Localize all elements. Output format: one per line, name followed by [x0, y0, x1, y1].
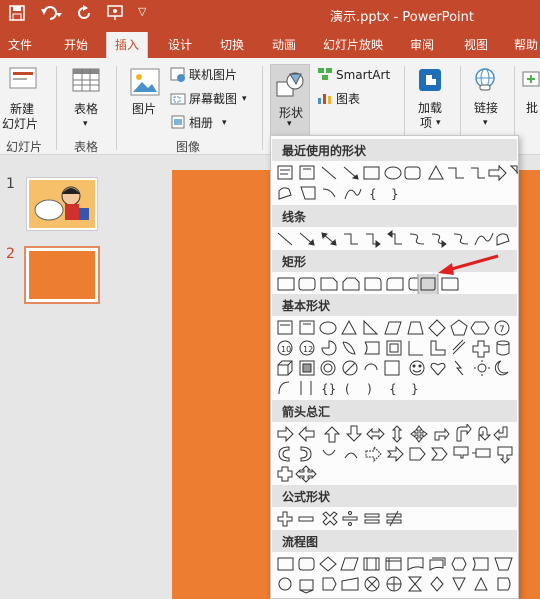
tab-design[interactable]: 设计: [168, 36, 192, 53]
addins-label-1[interactable]: 加载: [418, 101, 442, 115]
tab-view[interactable]: 视图: [464, 36, 488, 53]
new-slide-label-2[interactable]: 幻灯片: [2, 117, 38, 131]
block-arrows-row-2[interactable]: [275, 444, 518, 464]
svg-text:7: 7: [499, 325, 505, 335]
basic-shapes-row-1[interactable]: 7: [275, 318, 518, 338]
basic-shapes-row-4[interactable]: {} ( ) { }: [275, 378, 518, 398]
chart-icon[interactable]: [317, 91, 333, 108]
svg-text:(: (: [345, 382, 350, 396]
tab-file[interactable]: 文件: [8, 36, 32, 53]
slide-thumbnail-2[interactable]: [24, 246, 100, 304]
basic-shapes-row-2[interactable]: 10 12: [275, 338, 518, 358]
table-button-label[interactable]: 表格: [74, 102, 98, 116]
chart-label[interactable]: 图表: [336, 92, 360, 106]
screenshot-label[interactable]: 屏幕截图: [189, 92, 237, 106]
svg-text:{: {: [369, 187, 377, 201]
svg-text:12: 12: [303, 345, 313, 354]
basic-shapes-row-3[interactable]: [275, 358, 518, 378]
block-arrows-row-1[interactable]: [275, 424, 518, 444]
screenshot-icon[interactable]: [170, 91, 186, 110]
recent-shapes-row-2[interactable]: { }: [275, 183, 518, 203]
shapes-button[interactable]: 形状 ▾: [270, 64, 310, 136]
link-icon[interactable]: [472, 68, 498, 95]
annotation-arrow-icon: [438, 254, 499, 275]
tab-animations[interactable]: 动画: [272, 36, 296, 53]
slide-number-1: 1: [6, 176, 15, 192]
redo-icon[interactable]: [77, 5, 93, 25]
rectangles-row[interactable]: [275, 274, 518, 294]
ribbon-tabs: 文件 开始 插入 设计 切换 动画 幻灯片放映 审阅 视图 帮助: [0, 28, 540, 58]
link-dropdown-icon[interactable]: ▾: [483, 116, 488, 130]
tab-review[interactable]: 审阅: [410, 36, 434, 53]
equation-shapes-row[interactable]: [275, 509, 518, 529]
svg-text:{}: {}: [321, 382, 336, 396]
smartart-icon[interactable]: [317, 67, 333, 84]
customize-qat-icon[interactable]: ▽: [138, 5, 146, 18]
picture-button-label[interactable]: 图片: [132, 102, 156, 116]
tab-home[interactable]: 开始: [64, 36, 88, 53]
section-recent-shapes: 最近使用的形状: [272, 139, 517, 161]
group-label-images: 图像: [176, 140, 201, 154]
svg-text:10: 10: [281, 345, 291, 354]
album-dropdown-icon[interactable]: ▾: [222, 116, 227, 130]
album-label[interactable]: 相册: [189, 116, 213, 130]
title-bar: ▽ 演示.pptx - PowerPoint: [0, 0, 540, 28]
online-picture-icon[interactable]: [170, 67, 186, 86]
shapes-icon: [276, 71, 306, 102]
section-equation-shapes: 公式形状: [272, 485, 517, 507]
save-icon[interactable]: [9, 5, 25, 25]
slide-2-preview: [29, 251, 95, 299]
table-dropdown-icon[interactable]: ▾: [83, 117, 88, 131]
link-label[interactable]: 链接: [474, 101, 498, 115]
slide-1-cartoon-image: [29, 180, 95, 228]
flowchart-row-1[interactable]: [275, 554, 518, 574]
slide-thumbnail-panel: 1 2: [0, 155, 118, 599]
new-slide-icon[interactable]: [8, 66, 38, 95]
ribbon-separator: [56, 66, 57, 150]
picture-icon[interactable]: [130, 68, 160, 99]
section-lines: 线条: [272, 205, 517, 227]
shapes-gallery-dropdown: 最近使用的形状 { } 线条 矩形 基本形状 7 10 12 {} () {…: [270, 135, 519, 599]
ribbon-separator: [116, 66, 117, 150]
album-icon[interactable]: [170, 114, 186, 133]
table-icon[interactable]: [72, 68, 100, 97]
addins-icon[interactable]: [418, 68, 442, 95]
svg-text:}: }: [391, 187, 399, 201]
slide-number-2: 2: [6, 246, 15, 262]
group-label-slides: 幻灯片: [6, 140, 43, 154]
ribbon-separator: [262, 66, 263, 150]
section-block-arrows: 箭头总汇: [272, 400, 517, 422]
tab-slideshow[interactable]: 幻灯片放映: [323, 36, 383, 53]
group-label-tables: 表格: [74, 140, 99, 154]
lines-row[interactable]: [275, 229, 518, 249]
smartart-label[interactable]: SmartArt: [336, 68, 390, 82]
section-basic-shapes: 基本形状: [272, 294, 517, 316]
comment-icon[interactable]: [522, 70, 540, 97]
screenshot-dropdown-icon[interactable]: ▾: [242, 92, 247, 106]
tab-insert[interactable]: 插入: [106, 32, 149, 58]
document-title: 演示.pptx - PowerPoint: [330, 10, 474, 25]
undo-icon[interactable]: [40, 5, 62, 25]
addins-dropdown-icon[interactable]: ▾: [436, 116, 441, 130]
tab-help[interactable]: 帮助: [514, 36, 538, 53]
flowchart-row-2[interactable]: [275, 574, 518, 594]
tab-transitions[interactable]: 切换: [220, 36, 244, 53]
shapes-dropdown-icon: ▾: [287, 119, 292, 129]
block-arrows-row-3[interactable]: [275, 464, 518, 484]
online-picture-label[interactable]: 联机图片: [189, 68, 237, 82]
next-group-label-partial[interactable]: 批: [526, 101, 538, 115]
svg-text:): ): [367, 382, 372, 396]
svg-text:{: {: [389, 382, 397, 396]
svg-text:}: }: [411, 382, 419, 396]
new-slide-label-1[interactable]: 新建: [10, 102, 34, 116]
slide-thumbnail-1[interactable]: [26, 177, 98, 231]
recent-shapes-row-1[interactable]: [275, 163, 518, 183]
section-flowchart: 流程图: [272, 530, 517, 552]
slideshow-from-start-icon[interactable]: [106, 5, 124, 25]
addins-label-2[interactable]: 项: [420, 116, 432, 130]
